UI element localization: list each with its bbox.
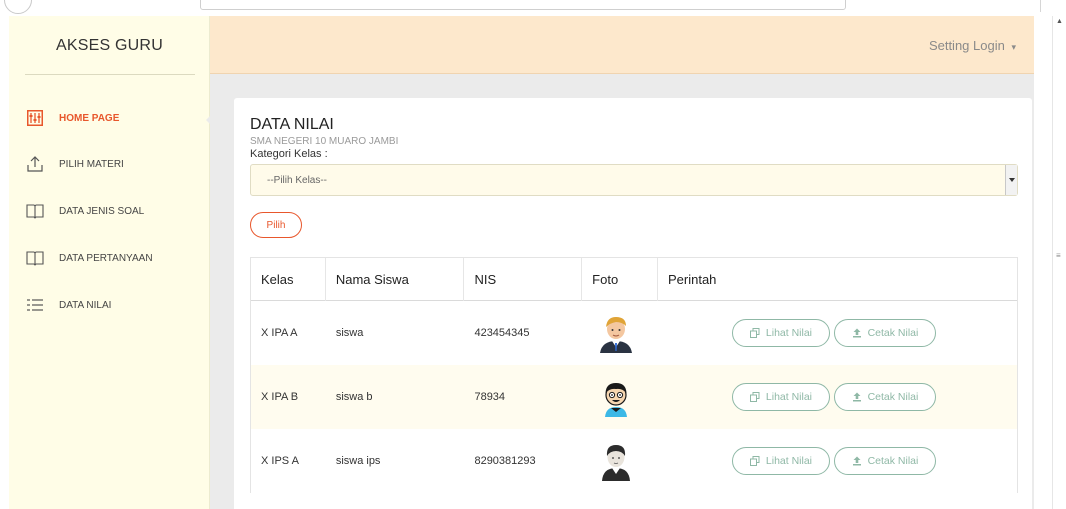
cell-kelas: X IPS A <box>261 455 299 467</box>
cetak-nilai-label: Cetak Nilai <box>867 391 919 403</box>
cell-nis: 423454345 <box>474 327 530 339</box>
cetak-nilai-button[interactable]: Cetak Nilai <box>833 319 936 347</box>
column-header-nis[interactable]: NIS <box>464 258 583 301</box>
cell-foto <box>582 301 658 365</box>
list-icon <box>25 295 45 315</box>
sidebar-item-home-page[interactable]: HOME PAGE <box>9 103 210 133</box>
cell-kelas: X IPA A <box>261 327 298 339</box>
cartoon-boy-avatar <box>596 377 637 417</box>
cell-perintah: Lihat Nilai Cetak Nilai <box>658 429 1017 493</box>
cell-nis: 8290381293 <box>474 455 536 467</box>
cetak-nilai-button[interactable]: Cetak Nilai <box>833 383 936 411</box>
book-icon <box>25 201 45 221</box>
sidebar-item-label: DATA NILAI <box>59 299 112 311</box>
top-header: Setting Login ▾ <box>210 16 1034 74</box>
brand-divider <box>25 74 195 75</box>
table-row: X IPS A siswa ips 8290381293 Lihat Nilai… <box>251 429 1017 493</box>
cetak-nilai-button[interactable]: Cetak Nilai <box>833 447 936 475</box>
page-title: DATA NILAI <box>250 116 334 133</box>
chrome-divider <box>1040 0 1041 12</box>
lihat-nilai-label: Lihat Nilai <box>765 455 813 467</box>
sidebar-item-pilih-materi[interactable]: PILIH MATERI <box>9 149 210 179</box>
column-header-kelas[interactable]: Kelas <box>251 258 326 301</box>
sidebar-item-label: DATA JENIS SOAL <box>59 205 145 217</box>
table-row: X IPA A siswa 423454345 Lihat Nilai Ceta… <box>251 301 1017 365</box>
copy-icon <box>749 328 760 338</box>
upload-icon <box>852 456 862 466</box>
sidebar-brand: AKSES GURU <box>56 37 163 54</box>
main-content: DATA NILAI SMA NEGERI 10 MUARO JAMBI Kat… <box>210 74 1034 509</box>
cell-foto <box>582 365 658 429</box>
browser-chrome <box>0 0 1066 16</box>
kelas-select-value: --Pilih Kelas-- <box>267 174 328 186</box>
cell-nama: siswa <box>335 327 364 339</box>
setting-login-dropdown[interactable]: Setting Login ▾ <box>929 38 1016 53</box>
kelas-select[interactable]: --Pilih Kelas-- <box>250 164 1018 196</box>
book-icon <box>25 248 45 268</box>
cell-perintah: Lihat Nilai Cetak Nilai <box>658 301 1017 365</box>
kategori-kelas-label: Kategori Kelas : <box>250 148 328 160</box>
menu-grid-icon <box>25 108 45 128</box>
sidebar: AKSES GURU HOME PAGE PILIH MATERI DATA J… <box>9 16 218 509</box>
browser-button[interactable] <box>4 0 32 14</box>
scroll-up-arrow-icon[interactable]: ▲ <box>1056 18 1063 25</box>
upload-icon <box>25 154 45 174</box>
sidebar-item-data-pertanyaan[interactable]: DATA PERTANYAAN <box>9 243 210 273</box>
man-dark-avatar <box>596 441 637 481</box>
table-header: Kelas Nama Siswa NIS Foto Perintah <box>251 258 1017 301</box>
sidebar-item-data-jenis-soal[interactable]: DATA JENIS SOAL <box>9 196 210 226</box>
address-bar[interactable] <box>200 0 846 10</box>
cell-perintah: Lihat Nilai Cetak Nilai <box>658 365 1017 429</box>
sidebar-item-label: DATA PERTANYAAN <box>59 252 153 264</box>
lihat-nilai-button[interactable]: Lihat Nilai <box>731 447 830 475</box>
table-row: X IPA B siswa b 78934 Lihat Nilai Cetak … <box>251 365 1017 429</box>
cell-nama: siswa ips <box>335 455 381 467</box>
cell-kelas: X IPA B <box>261 391 299 403</box>
setting-login-label: Setting Login <box>928 38 1005 53</box>
page-subtitle: SMA NEGERI 10 MUARO JAMBI <box>250 136 399 147</box>
sidebar-item-label: PILIH MATERI <box>59 158 124 170</box>
man-blond-avatar <box>596 313 637 353</box>
page-margin <box>1034 16 1052 509</box>
cetak-nilai-label: Cetak Nilai <box>867 455 919 467</box>
scroll-grip-icon[interactable]: ≡ <box>1056 251 1061 260</box>
upload-icon <box>852 392 862 402</box>
column-header-nama-siswa[interactable]: Nama Siswa <box>326 258 465 301</box>
lihat-nilai-label: Lihat Nilai <box>765 327 813 339</box>
pilih-button[interactable]: Pilih <box>250 212 302 238</box>
cell-nis: 78934 <box>474 391 506 403</box>
vertical-scrollbar[interactable]: ▲ ≡ <box>1052 16 1066 509</box>
lihat-nilai-label: Lihat Nilai <box>765 391 813 403</box>
sidebar-item-label: HOME PAGE <box>59 112 120 124</box>
select-arrow-icon[interactable] <box>1005 165 1017 195</box>
cell-foto <box>582 429 658 493</box>
upload-icon <box>852 328 862 338</box>
sidebar-item-data-nilai[interactable]: DATA NILAI <box>9 290 210 320</box>
copy-icon <box>749 392 760 402</box>
chevron-down-icon: ▾ <box>1011 42 1016 52</box>
column-header-perintah[interactable]: Perintah <box>658 258 1017 301</box>
nilai-table: Kelas Nama Siswa NIS Foto Perintah X IPA… <box>250 257 1018 493</box>
lihat-nilai-button[interactable]: Lihat Nilai <box>731 383 830 411</box>
data-nilai-card: DATA NILAI SMA NEGERI 10 MUARO JAMBI Kat… <box>234 98 1032 509</box>
lihat-nilai-button[interactable]: Lihat Nilai <box>731 319 830 347</box>
cell-nama: siswa b <box>335 391 373 403</box>
copy-icon <box>749 456 760 466</box>
cetak-nilai-label: Cetak Nilai <box>867 327 919 339</box>
column-header-foto[interactable]: Foto <box>582 258 658 301</box>
